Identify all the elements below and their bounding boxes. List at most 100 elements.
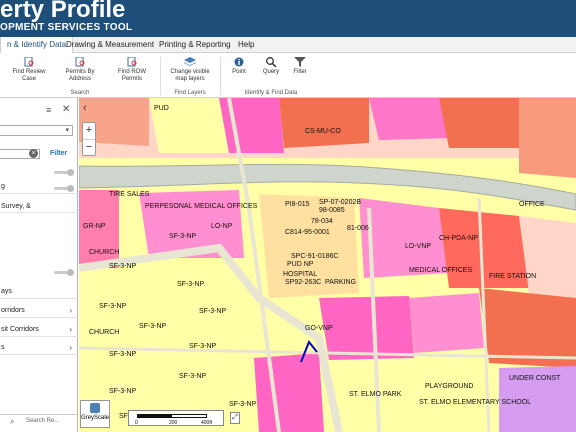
greyscale-label: GreyScale bbox=[81, 415, 110, 421]
tab-drawing-measurement[interactable]: Drawing & Measurement bbox=[60, 37, 160, 53]
app-subtitle: OPMENT SERVICES TOOL bbox=[0, 22, 133, 33]
identify-group-label: Identify & Find Data bbox=[244, 90, 298, 96]
zoom-out-button[interactable]: − bbox=[83, 139, 95, 155]
case-label: 81-006 bbox=[347, 225, 369, 232]
find-row-permits-label: Find ROW Permits bbox=[117, 69, 146, 82]
ribbon-toolbar: Find Review Case Permits By Address Find… bbox=[0, 53, 576, 98]
zone-label: SF-3-NP bbox=[229, 401, 257, 408]
zone-label: SF-3-NP bbox=[109, 263, 137, 270]
zone-label: PUD NP bbox=[287, 261, 314, 268]
zone-label: MEDICAL OFFICES bbox=[409, 267, 472, 274]
zoning-parcel[interactable] bbox=[279, 98, 369, 148]
zoning-parcel[interactable] bbox=[319, 296, 414, 360]
ribbon-separator bbox=[160, 57, 161, 95]
zone-label: SF-3-NP bbox=[179, 373, 207, 380]
zone-label: GR-NP bbox=[83, 223, 106, 230]
chevron-down-icon: ▾ bbox=[65, 127, 69, 134]
greyscale-toggle[interactable]: GreyScale bbox=[80, 400, 110, 428]
tab-printing-reporting[interactable]: Printing & Reporting bbox=[153, 37, 237, 53]
sidebar-item-transit-corridors[interactable]: sit Corridors › bbox=[0, 322, 78, 337]
zone-label: LO-NP bbox=[211, 223, 233, 230]
sidebar-item-corridors[interactable]: orridors › bbox=[0, 303, 78, 318]
full-extent-button[interactable]: ⤢ bbox=[230, 412, 240, 424]
opacity-slider[interactable] bbox=[54, 269, 74, 276]
zone-label: SF-3-NP bbox=[139, 323, 167, 330]
query-button[interactable]: Query bbox=[258, 57, 284, 76]
row-permits-search-icon bbox=[127, 57, 137, 67]
zone-label: ST. ELMO PARK bbox=[349, 391, 402, 398]
change-map-layers-button[interactable]: Change visible map layers bbox=[168, 57, 212, 83]
case-label: PI8-015 bbox=[285, 201, 310, 208]
filter-button[interactable]: Filter bbox=[288, 57, 312, 76]
slider-knob[interactable] bbox=[67, 185, 74, 192]
zone-label: GO-VNP bbox=[305, 325, 333, 332]
sidebar-item-ways[interactable]: ays bbox=[0, 284, 78, 299]
zone-label: PLAYGROUND bbox=[425, 383, 474, 390]
identify-point-button[interactable]: Point bbox=[226, 57, 252, 76]
zoning-parcel[interactable] bbox=[439, 98, 519, 148]
sidebar-item-label: g bbox=[1, 183, 5, 190]
slider-knob[interactable] bbox=[67, 169, 74, 176]
zone-label: FIRE STATION bbox=[489, 273, 536, 280]
sidebar-item-label: Survey, & bbox=[1, 203, 31, 210]
zoom-in-button[interactable]: + bbox=[83, 123, 95, 139]
document-search-icon bbox=[24, 57, 34, 67]
search-results-bar[interactable]: ⌕ Search Re... bbox=[0, 414, 77, 428]
zone-label: CH-PDA-NP bbox=[439, 235, 478, 242]
map-view[interactable]: SF-3-NP SF-3-NP SF-3-NP SF-3-NP SF-3-NP … bbox=[79, 98, 576, 432]
permits-by-address-button[interactable]: Permits By Address bbox=[60, 57, 100, 83]
zone-label: UNDER CONST bbox=[509, 375, 561, 382]
app-header: erty Profile OPMENT SERVICES TOOL bbox=[0, 0, 576, 37]
search-group-label: Search bbox=[70, 90, 90, 96]
case-label: SP-07-0202B bbox=[319, 199, 361, 206]
layer-sidebar: ≡ ✕ ▾ × Filter g Survey, & ays orridors ›… bbox=[0, 98, 78, 432]
basemap-icon bbox=[90, 403, 100, 413]
case-label: C814-95-0001 bbox=[285, 229, 330, 236]
query-label: Query bbox=[262, 69, 280, 75]
zoning-parcel[interactable] bbox=[409, 293, 484, 353]
opacity-slider[interactable] bbox=[54, 169, 74, 176]
zone-label: SF-3-NP bbox=[199, 308, 227, 315]
tab-help[interactable]: Help bbox=[232, 37, 260, 53]
clear-icon[interactable]: × bbox=[29, 149, 38, 158]
sidebar-item-s[interactable]: s › bbox=[0, 340, 78, 355]
chevron-right-icon: › bbox=[69, 306, 72, 315]
zoning-parcel[interactable] bbox=[254, 353, 324, 432]
filter-label: Filter bbox=[293, 69, 307, 75]
layers-icon bbox=[184, 57, 196, 66]
zoning-parcel[interactable] bbox=[519, 98, 576, 178]
zone-label: SF-3-NP bbox=[169, 233, 197, 240]
case-label: 98-0085 bbox=[319, 207, 345, 214]
scale-tick-label: 200 bbox=[169, 420, 178, 426]
find-row-permits-button[interactable]: Find ROW Permits bbox=[112, 57, 152, 83]
opacity-slider[interactable] bbox=[54, 185, 74, 192]
zone-label: PARKING bbox=[325, 279, 356, 286]
map-canvas[interactable]: SF-3-NP SF-3-NP SF-3-NP SF-3-NP SF-3-NP … bbox=[79, 98, 576, 432]
slider-knob[interactable] bbox=[67, 269, 74, 276]
change-map-layers-label: Change visible map layers bbox=[170, 69, 210, 82]
scale-tick-label: 0 bbox=[135, 420, 138, 426]
zone-label: CS-MU-CO bbox=[305, 128, 341, 135]
zone-label: LO-VNP bbox=[405, 243, 431, 250]
chevron-right-icon: › bbox=[69, 325, 72, 334]
collapse-panel-icon[interactable]: ‹ bbox=[83, 102, 87, 114]
zone-label: PUD bbox=[154, 105, 169, 112]
street-label: OFFICE bbox=[519, 201, 545, 208]
street-label: CHURCH bbox=[89, 249, 119, 256]
sidebar-item-survey[interactable]: Survey, & bbox=[0, 201, 78, 213]
chevron-right-icon: › bbox=[69, 343, 72, 352]
layer-select[interactable]: ▾ bbox=[0, 125, 73, 136]
app-title: erty Profile bbox=[0, 0, 126, 23]
info-icon bbox=[234, 57, 244, 67]
sidebar-item-label: ays bbox=[1, 288, 12, 295]
scale-tick-label: 400ft bbox=[201, 420, 213, 426]
find-layers-group-label: Find Layers bbox=[174, 90, 206, 96]
filter-link[interactable]: Filter bbox=[50, 150, 67, 157]
find-review-case-button[interactable]: Find Review Case bbox=[10, 57, 48, 83]
sidebar-item-label: orridors bbox=[1, 307, 25, 314]
close-icon[interactable]: ✕ bbox=[62, 104, 70, 115]
list-view-icon[interactable]: ≡ bbox=[46, 105, 51, 115]
permits-by-address-label: Permits By Address bbox=[65, 69, 95, 82]
zoning-parcel[interactable] bbox=[369, 98, 449, 140]
street-label: TIRE SALES bbox=[109, 191, 150, 198]
